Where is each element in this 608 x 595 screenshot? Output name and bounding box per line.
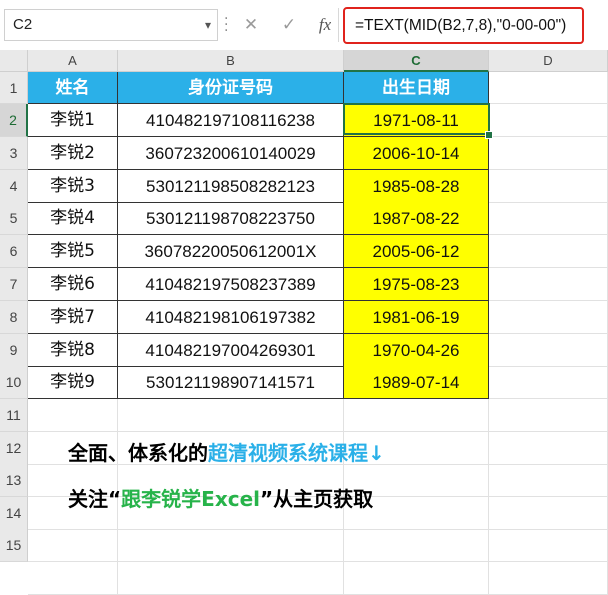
row-header-14[interactable]: 14 — [0, 496, 28, 530]
empty-cell[interactable] — [344, 529, 489, 563]
cell-id-number[interactable]: 530121198708223750 — [118, 202, 344, 236]
row-header-11[interactable]: 11 — [0, 399, 28, 432]
cell-name[interactable]: 李锐9 — [28, 366, 118, 400]
row-header-10[interactable]: 10 — [0, 366, 28, 400]
chevron-down-icon[interactable]: ▾ — [205, 10, 211, 40]
row-header-4[interactable]: 4 — [0, 169, 28, 203]
cell-name[interactable]: 李锐4 — [28, 202, 118, 236]
row-header-12[interactable]: 12 — [0, 431, 28, 465]
empty-cell[interactable] — [28, 399, 118, 432]
column-header-b[interactable]: B — [118, 50, 344, 72]
empty-cell[interactable] — [489, 136, 608, 170]
cell-id-number[interactable]: 410482198106197382 — [118, 300, 344, 334]
cell-birth-date[interactable]: 1987-08-22 — [344, 202, 489, 236]
cell-name[interactable]: 李锐8 — [28, 333, 118, 367]
cell-name[interactable]: 李锐1 — [28, 104, 118, 137]
cell-name[interactable]: 李锐7 — [28, 300, 118, 334]
promo-line-1-blue: 超清视频系统课程↓ — [208, 441, 385, 465]
row-header-7[interactable]: 7 — [0, 268, 28, 301]
promo-line-2-green: 跟李锐学Excel — [121, 487, 260, 511]
formula-text: =TEXT(MID(B2,7,8),"0-00-00") — [355, 17, 567, 34]
cell-id-number[interactable]: 410482197108116238 — [118, 104, 344, 137]
row-header-5[interactable]: 5 — [0, 202, 28, 236]
empty-cell[interactable] — [489, 529, 608, 563]
formula-input[interactable]: =TEXT(MID(B2,7,8),"0-00-00") — [343, 7, 584, 44]
insert-function-button[interactable]: fx — [310, 9, 340, 41]
cell-name[interactable]: 李锐5 — [28, 235, 118, 269]
empty-cell[interactable] — [489, 496, 608, 530]
header-cell-name[interactable]: 姓名 — [28, 72, 118, 104]
empty-cell[interactable] — [118, 562, 344, 595]
cell-id-number[interactable]: 410482197004269301 — [118, 333, 344, 367]
name-box[interactable]: C2 ▾ — [4, 9, 218, 41]
row-header-2[interactable]: 2 — [0, 104, 28, 137]
cell-name[interactable]: 李锐3 — [28, 169, 118, 203]
divider — [338, 8, 339, 42]
cell-id-number[interactable]: 360723200610140029 — [118, 136, 344, 170]
formula-bar: C2 ▾ · · · ✕ ✓ fx =TEXT(MID(B2,7,8),"0-00-… — [0, 0, 608, 50]
row-header-9[interactable]: 9 — [0, 333, 28, 367]
empty-cell[interactable] — [489, 72, 608, 104]
select-all-corner[interactable] — [0, 50, 28, 72]
column-header-a[interactable]: A — [28, 50, 118, 72]
promo-line-1-black: 全面、体系化的 — [68, 441, 208, 465]
cell-birth-date[interactable]: 1981-06-19 — [344, 300, 489, 334]
cell-name[interactable]: 李锐2 — [28, 136, 118, 170]
cell-birth-date[interactable]: 2005-06-12 — [344, 235, 489, 269]
empty-cell[interactable] — [489, 562, 608, 595]
cell-birth-date[interactable]: 1985-08-28 — [344, 169, 489, 203]
empty-cell[interactable] — [28, 562, 118, 595]
promo-line-2-black-a: 关注“ — [68, 487, 122, 511]
fill-handle[interactable] — [485, 131, 493, 139]
column-header-c[interactable]: C — [344, 50, 489, 72]
row-header-13[interactable]: 13 — [0, 464, 28, 498]
cell-id-number[interactable]: 530121198907141571 — [118, 366, 344, 400]
cell-id-number[interactable]: 36078220050612001X — [118, 235, 344, 269]
row-header-8[interactable]: 8 — [0, 300, 28, 334]
column-header-d[interactable]: D — [489, 50, 608, 72]
header-cell-birth[interactable]: 出生日期 — [344, 72, 489, 104]
row-header-6[interactable]: 6 — [0, 235, 28, 269]
cancel-button[interactable]: ✕ — [236, 9, 266, 41]
row-header-3[interactable]: 3 — [0, 136, 28, 170]
cell-birth-date[interactable]: 1970-04-26 — [344, 333, 489, 367]
row-header-15[interactable]: 15 — [0, 529, 28, 563]
empty-cell[interactable] — [344, 399, 489, 432]
empty-cell[interactable] — [489, 268, 608, 301]
empty-cell[interactable] — [489, 366, 608, 400]
promo-line-2: 关注“跟李锐学Excel”从主页获取 — [68, 483, 373, 512]
empty-cell[interactable] — [28, 529, 118, 563]
empty-cell[interactable] — [344, 562, 489, 595]
cell-birth-date[interactable]: 2006-10-14 — [344, 136, 489, 170]
empty-cell[interactable] — [489, 202, 608, 236]
empty-cell[interactable] — [118, 529, 344, 563]
empty-cell[interactable] — [118, 399, 344, 432]
empty-cell[interactable] — [489, 464, 608, 498]
cell-birth-date[interactable]: 1989-07-14 — [344, 366, 489, 400]
empty-cell[interactable] — [489, 169, 608, 203]
row-header-1[interactable]: 1 — [0, 72, 28, 104]
close-icon: ✕ — [243, 15, 259, 35]
empty-cell[interactable] — [489, 333, 608, 367]
name-box-value: C2 — [13, 16, 33, 33]
cell-name[interactable]: 李锐6 — [28, 268, 118, 301]
promo-line-1: 全面、体系化的超清视频系统课程↓ — [68, 437, 385, 466]
check-icon: ✓ — [281, 15, 297, 35]
cell-birth-date[interactable]: 1971-08-11 — [344, 104, 489, 137]
drag-handle-icon[interactable]: · · · — [224, 12, 228, 38]
empty-cell[interactable] — [489, 399, 608, 432]
enter-button[interactable]: ✓ — [274, 9, 304, 41]
empty-cell[interactable] — [489, 300, 608, 334]
cell-birth-date[interactable]: 1975-08-23 — [344, 268, 489, 301]
cell-id-number[interactable]: 410482197508237389 — [118, 268, 344, 301]
empty-cell[interactable] — [489, 235, 608, 269]
header-cell-id[interactable]: 身份证号码 — [118, 72, 344, 104]
promo-line-2-black-b: ”从主页获取 — [260, 487, 374, 511]
empty-cell[interactable] — [489, 104, 608, 137]
cell-id-number[interactable]: 530121198508282123 — [118, 169, 344, 203]
fx-icon: fx — [318, 15, 332, 34]
empty-cell[interactable] — [489, 431, 608, 465]
